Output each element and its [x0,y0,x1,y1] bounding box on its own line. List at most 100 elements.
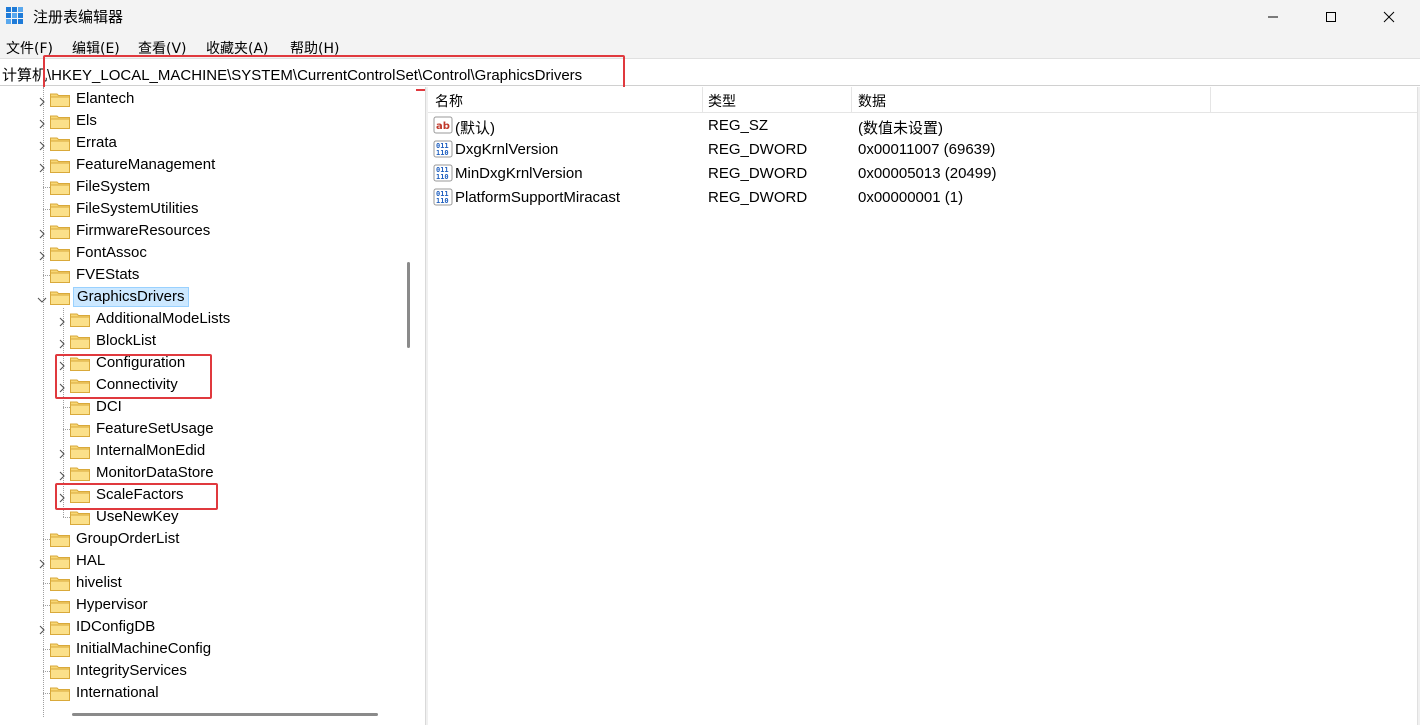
chevron-right-icon[interactable] [37,160,47,173]
chevron-right-icon[interactable] [57,314,67,327]
tree-item[interactable]: FeatureSetUsage [63,418,217,440]
tree-item[interactable]: FileSystemUtilities [43,198,202,220]
tree-item[interactable]: MonitorDataStore [59,462,217,484]
tree-item[interactable]: ScaleFactors [59,484,187,506]
tree-guide-line [43,693,50,694]
tree-item[interactable]: Errata [39,132,120,154]
value-name: DxgKrnlVersion [455,141,559,158]
tree-item[interactable]: Connectivity [59,374,181,396]
value-row[interactable]: 011 110 DxgKrnlVersion REG_DWORD 0x00011007 … [428,138,1420,162]
tree-item[interactable]: FirmwareResources [39,220,213,242]
tree-item[interactable]: UseNewKey [63,506,182,528]
folder-icon [70,356,90,371]
tree-guide-line [43,187,50,188]
chevron-right-icon[interactable] [37,94,47,107]
column-header-type[interactable]: 类型 [708,91,736,111]
column-divider[interactable] [702,87,703,113]
chevron-right-icon[interactable] [57,468,67,481]
tree-item[interactable]: FVEStats [43,264,142,286]
value-row[interactable]: 011 110 PlatformSupportMiracast REG_DWORD 0x… [428,186,1420,210]
tree-item[interactable]: IntegrityServices [43,660,190,682]
tree-vertical-scrollbar[interactable] [407,262,410,348]
tree-item[interactable]: InitialMachineConfig [43,638,214,660]
tree-item[interactable]: HAL [39,550,108,572]
tree-item[interactable]: AdditionalModeLists [59,308,233,330]
menu-file[interactable]: 文件(F) [6,38,53,58]
tree-guide-line [63,429,70,430]
address-prefix: 计算机 [2,66,48,84]
tree-item[interactable]: Hypervisor [43,594,151,616]
menu-favorites[interactable]: 收藏夹(A) [206,38,269,58]
folder-icon [50,290,70,305]
column-divider[interactable] [851,87,852,113]
maximize-button[interactable] [1302,0,1360,34]
tree-guide-line [43,275,50,276]
value-row[interactable]: 011 110 MinDxgKrnlVersion REG_DWORD 0x000050… [428,162,1420,186]
chevron-right-icon[interactable] [57,446,67,459]
chevron-right-icon[interactable] [37,138,47,151]
folder-icon [50,554,70,569]
tree-item[interactable]: Els [39,110,100,132]
tree-item[interactable]: GroupOrderList [43,528,182,550]
tree-item-label: GraphicsDrivers [73,287,189,307]
binary-value-icon: 011 110 [433,188,453,206]
column-divider[interactable] [1210,87,1211,113]
chevron-down-icon[interactable] [37,292,47,303]
tree-item-label: ScaleFactors [96,486,184,503]
menu-view[interactable]: 查看(V) [138,38,187,58]
folder-icon [70,334,90,349]
minimize-button[interactable] [1244,0,1302,34]
tree-horizontal-scrollbar[interactable] [72,713,378,716]
menu-bar: 文件(F) 编辑(E) 查看(V) 收藏夹(A) 帮助(H) [0,34,1420,58]
chevron-right-icon[interactable] [37,622,47,635]
tree-guide-line [43,539,50,540]
tree-item[interactable]: Elantech [39,88,137,110]
tree-item[interactable]: FeatureManagement [39,154,218,176]
svg-text:110: 110 [436,173,449,181]
chevron-right-icon[interactable] [37,556,47,569]
tree-guide-line [63,517,70,518]
tree-item[interactable]: FontAssoc [39,242,150,264]
chevron-right-icon[interactable] [37,248,47,261]
tree-item[interactable]: Configuration [59,352,188,374]
tree-item-label: InitialMachineConfig [76,640,212,657]
svg-text:ab: ab [436,121,450,132]
folder-icon [50,158,70,173]
chevron-right-icon[interactable] [57,336,67,349]
chevron-right-icon[interactable] [57,358,67,371]
tree-item[interactable]: IDConfigDB [39,616,158,638]
tree-item-label: AdditionalModeLists [96,310,231,327]
string-value-icon: ab [433,116,453,134]
menu-help[interactable]: 帮助(H) [290,38,339,58]
tree-item[interactable]: GraphicsDrivers [37,286,189,308]
chevron-right-icon[interactable] [57,380,67,393]
tree-item-label: Configuration [96,354,186,371]
tree-item-label: FontAssoc [76,244,147,261]
address-bar[interactable]: 计算机\HKEY_LOCAL_MACHINE\SYSTEM\CurrentCon… [0,58,1420,86]
tree-item[interactable]: FileSystem [43,176,153,198]
chevron-right-icon[interactable] [37,116,47,129]
chevron-right-icon[interactable] [57,490,67,503]
folder-icon [50,92,70,107]
column-header-name[interactable]: 名称 [435,91,463,111]
tree-item[interactable]: InternalMonEdid [59,440,208,462]
maximize-icon [1326,12,1336,22]
tree-item[interactable]: DCI [63,396,125,418]
tree-item[interactable]: International [43,682,162,704]
value-row[interactable]: ab (默认) REG_SZ (数值未设置) [428,114,1420,138]
folder-icon [50,576,70,591]
value-list[interactable]: 名称 类型 数据 ab (默认) REG_SZ (数值未设置) 011 110 DxgKrn… [428,87,1420,725]
column-header-data[interactable]: 数据 [858,91,886,111]
close-button[interactable] [1360,0,1418,34]
address-field[interactable]: 计算机\HKEY_LOCAL_MACHINE\SYSTEM\CurrentCon… [2,64,582,85]
regedit-app-icon [6,7,23,24]
address-path: \HKEY_LOCAL_MACHINE\SYSTEM\CurrentContro… [47,67,583,84]
folder-icon [50,246,70,261]
value-data: 0x00005013 (20499) [858,165,997,182]
menu-edit[interactable]: 编辑(E) [72,38,120,58]
chevron-right-icon[interactable] [37,226,47,239]
key-tree[interactable]: Elantech Els Errata FeatureManagement FileSy… [0,87,416,725]
tree-item-label: FileSystemUtilities [76,200,199,217]
tree-item[interactable]: BlockList [59,330,159,352]
tree-item[interactable]: hivelist [43,572,125,594]
